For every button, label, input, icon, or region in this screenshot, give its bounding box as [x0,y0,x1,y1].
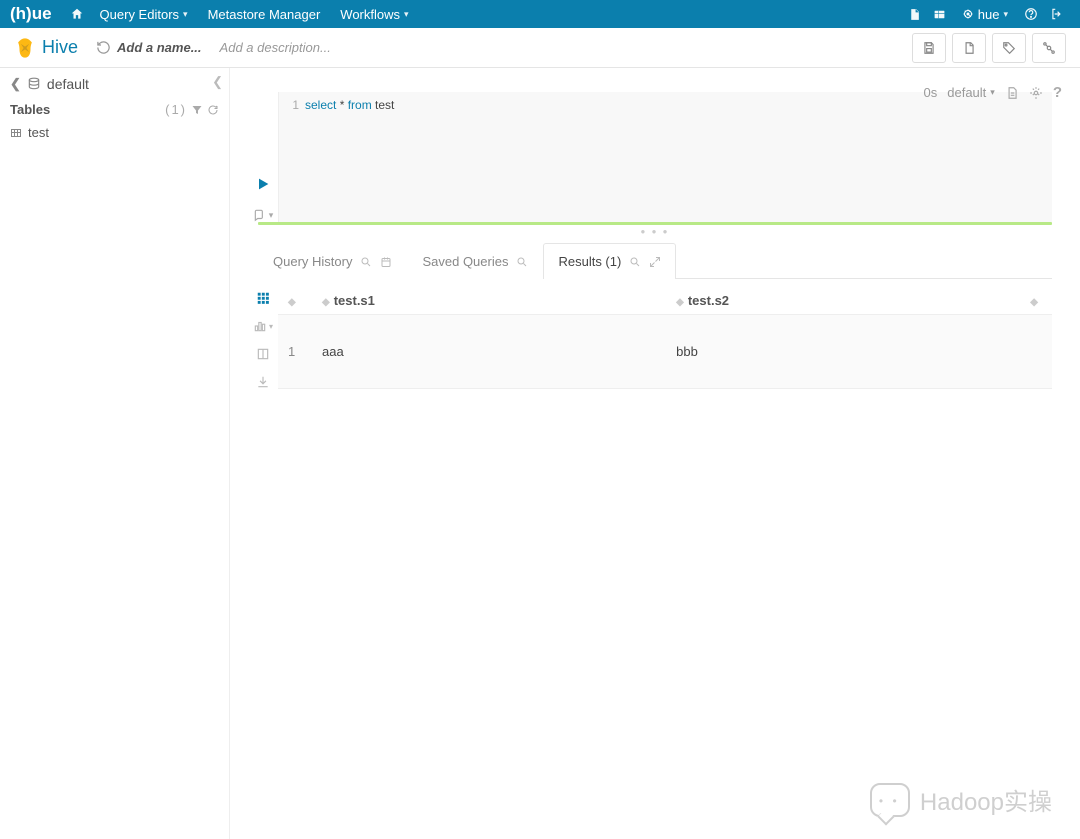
col-header-s1[interactable]: ◆test.s1 [312,287,666,315]
table-icon[interactable] [933,8,946,21]
resize-handle[interactable] [258,222,1052,225]
database-name: default [47,76,89,92]
calendar-icon[interactable] [380,256,392,268]
search-icon[interactable] [360,256,372,268]
engine-label: Hive [42,37,78,58]
history-icon[interactable] [96,40,111,55]
table-name: test [28,125,49,140]
table-item-test[interactable]: test [10,125,219,140]
settings-button[interactable] [1032,33,1066,63]
database-selector[interactable]: default▾ [947,85,995,100]
expand-icon[interactable] [649,256,661,268]
sort-icon[interactable]: ◆ [1030,297,1038,308]
search-icon[interactable] [629,256,641,268]
file-icon[interactable] [908,8,921,21]
watermark: • • • Hadoop实操 [870,782,1052,817]
chevron-down-icon: ▾ [990,87,995,98]
save-button[interactable] [912,33,946,63]
tab-query-history[interactable]: Query History [258,243,407,279]
top-nav: (h)ue Query Editors ▾ Metastore Manager W… [0,0,1080,28]
result-tabs: Query History Saved Queries Results (1) [258,242,1052,279]
sql-editor[interactable]: 1 select * from test [278,92,1052,222]
tab-saved-queries[interactable]: Saved Queries [407,243,543,279]
main-layout: ❮ ❮ default Tables (1) test 0s default▾ … [0,68,1080,839]
refresh-icon[interactable] [207,104,219,116]
nav-user[interactable]: hue▾ [962,7,1008,22]
run-button[interactable] [255,176,271,192]
help-icon[interactable] [1024,7,1038,21]
chevron-down-icon: ▾ [183,9,188,20]
cell: bbb [666,315,1020,389]
tables-count: (1) [165,102,187,117]
download-icon[interactable] [256,375,270,389]
name-input[interactable]: Add a name... [117,40,202,55]
tables-heading: Tables [10,102,50,117]
nav-metastore[interactable]: Metastore Manager [208,7,321,22]
chevron-down-icon: ▾ [1003,9,1008,20]
nav-label: Query Editors [100,7,179,22]
collapse-sidebar-icon[interactable]: ❮ [212,74,223,90]
table-icon [10,127,22,139]
new-file-button[interactable] [952,33,986,63]
sort-icon[interactable]: ◆ [322,297,330,308]
hive-icon [14,37,36,59]
drag-dots-icon[interactable]: ● ● ● [230,227,1080,236]
sort-icon[interactable]: ◆ [288,297,296,308]
gear-icon[interactable] [1029,86,1043,100]
sidebar: ❮ ❮ default Tables (1) test [0,68,230,839]
line-number: 1 [279,98,305,216]
editor-header: Hive Add a name... Add a description... [0,28,1080,68]
user-label: hue [978,7,1000,22]
nav-label: Workflows [340,7,400,22]
results-table: ◆ ◆test.s1 ◆test.s2 ◆ 1 aaa bbb [278,287,1052,389]
main-panel: 0s default▾ ? ▾ 1 select * from test ● ●… [230,68,1080,839]
help-icon[interactable]: ? [1053,84,1062,101]
tags-button[interactable] [992,33,1026,63]
nav-query-editors[interactable]: Query Editors ▾ [100,7,188,22]
cell: aaa [312,315,666,389]
description-input[interactable]: Add a description... [220,40,331,55]
col-header-s2[interactable]: ◆test.s2 [666,287,1020,315]
exec-time: 0s [924,85,938,100]
database-icon [27,77,41,91]
home-icon[interactable] [70,7,84,21]
sort-icon[interactable]: ◆ [676,297,684,308]
signout-icon[interactable] [1050,7,1064,21]
tab-results[interactable]: Results (1) [543,243,676,279]
breadcrumb[interactable]: ❮ default [10,76,219,92]
logo[interactable]: (h)ue [10,4,52,24]
editor-toolbar: 0s default▾ ? [924,84,1062,101]
search-icon[interactable] [516,256,528,268]
grid-view-icon[interactable] [256,291,270,305]
explain-icon[interactable]: ▾ [253,208,274,222]
format-icon[interactable] [1005,86,1019,100]
sql-code[interactable]: select * from test [305,98,1052,216]
row-index: 1 [278,315,312,389]
columns-icon[interactable] [256,347,270,361]
nav-workflows[interactable]: Workflows ▾ [340,7,408,22]
results-panel: ▾ ◆ ◆test.s1 ◆test.s2 ◆ 1 aaa [248,287,1052,389]
chart-view-icon[interactable]: ▾ [253,319,273,333]
filter-icon[interactable] [191,104,203,116]
chevron-down-icon: ▾ [404,9,409,20]
chevron-left-icon[interactable]: ❮ [10,76,21,92]
table-row[interactable]: 1 aaa bbb [278,315,1052,389]
